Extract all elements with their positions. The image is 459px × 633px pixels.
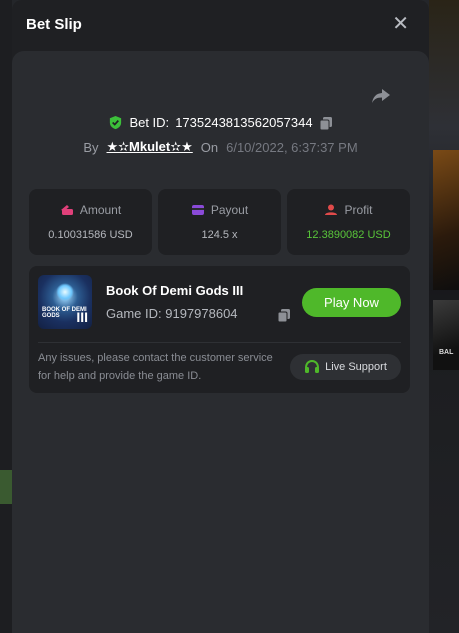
- profit-label: Profit: [344, 203, 373, 217]
- payout-stat: Payout 124.5 x: [158, 189, 281, 255]
- copy-icon[interactable]: [319, 116, 333, 130]
- backdrop-game-thumb: [433, 150, 459, 290]
- game-thumbnail[interactable]: BOOK OF DEMI GODS III: [38, 275, 92, 329]
- bet-id-label: Bet ID:: [129, 115, 170, 130]
- payout-value: 124.5 x: [201, 229, 238, 241]
- shield-check-icon: [110, 115, 122, 130]
- bet-id-value: 1735243813562057344: [175, 115, 313, 130]
- divider: [38, 342, 401, 343]
- stats-row: Amount 0.10031586 USD Payout 124.5 x Pro…: [29, 189, 410, 255]
- wallet-icon: [60, 205, 73, 215]
- modal-title: Bet Slip: [26, 15, 82, 33]
- on-label: On: [200, 139, 219, 155]
- profit-stat: Profit 12.3890082 USD: [287, 189, 410, 255]
- headset-icon: [305, 359, 320, 373]
- user-profit-icon: [325, 204, 338, 215]
- support-notice: Any issues, please contact the customer …: [38, 352, 273, 382]
- card-icon: [191, 205, 204, 215]
- amount-label: Amount: [79, 203, 122, 217]
- amount-stat: Amount 0.10031586 USD: [29, 189, 152, 255]
- play-now-button[interactable]: Play Now: [302, 288, 401, 317]
- live-support-button[interactable]: Live Support: [290, 354, 401, 380]
- bet-id-row: Bet ID: 1735243813562057344: [12, 115, 429, 130]
- modal-body: Bet ID: 1735243813562057344 By ★✫Mkulet✫…: [12, 51, 429, 633]
- copy-icon[interactable]: [277, 308, 291, 322]
- backdrop-stripe: [0, 470, 12, 504]
- backdrop-game-thumb: BAL: [433, 300, 459, 370]
- crystal-icon: [56, 283, 74, 301]
- share-icon[interactable]: [371, 87, 391, 105]
- amount-value: 0.10031586 USD: [48, 229, 133, 241]
- username-link[interactable]: ★✫Mkulet✫★: [107, 139, 193, 155]
- amount-header: Amount: [60, 203, 121, 217]
- backdrop-left: [0, 0, 12, 633]
- game-id: Game ID: 9197978604: [106, 306, 238, 321]
- thumb-numeral: III: [76, 309, 88, 325]
- bet-meta-row: By ★✫Mkulet✫★ On 6/10/2022, 6:37:37 PM: [12, 139, 429, 155]
- live-support-label: Live Support: [325, 361, 387, 373]
- payout-header: Payout: [191, 203, 248, 217]
- payout-label: Payout: [210, 203, 249, 217]
- game-name: Book Of Demi Gods III: [106, 283, 244, 298]
- bet-slip-modal: Bet Slip ✕ Bet ID: 1735243813562057344 B…: [12, 0, 429, 633]
- game-card: BOOK OF DEMI GODS III Book Of Demi Gods …: [29, 266, 410, 393]
- backdrop-thumb-text: BAL: [439, 349, 454, 356]
- close-icon[interactable]: ✕: [392, 14, 409, 34]
- profit-value: 12.3890082 USD: [306, 229, 391, 241]
- bet-datetime: 6/10/2022, 6:37:37 PM: [226, 139, 358, 155]
- backdrop-right: BAL: [429, 0, 459, 633]
- modal-header: Bet Slip ✕: [12, 0, 429, 48]
- by-label: By: [83, 139, 99, 155]
- profit-header: Profit: [324, 203, 373, 217]
